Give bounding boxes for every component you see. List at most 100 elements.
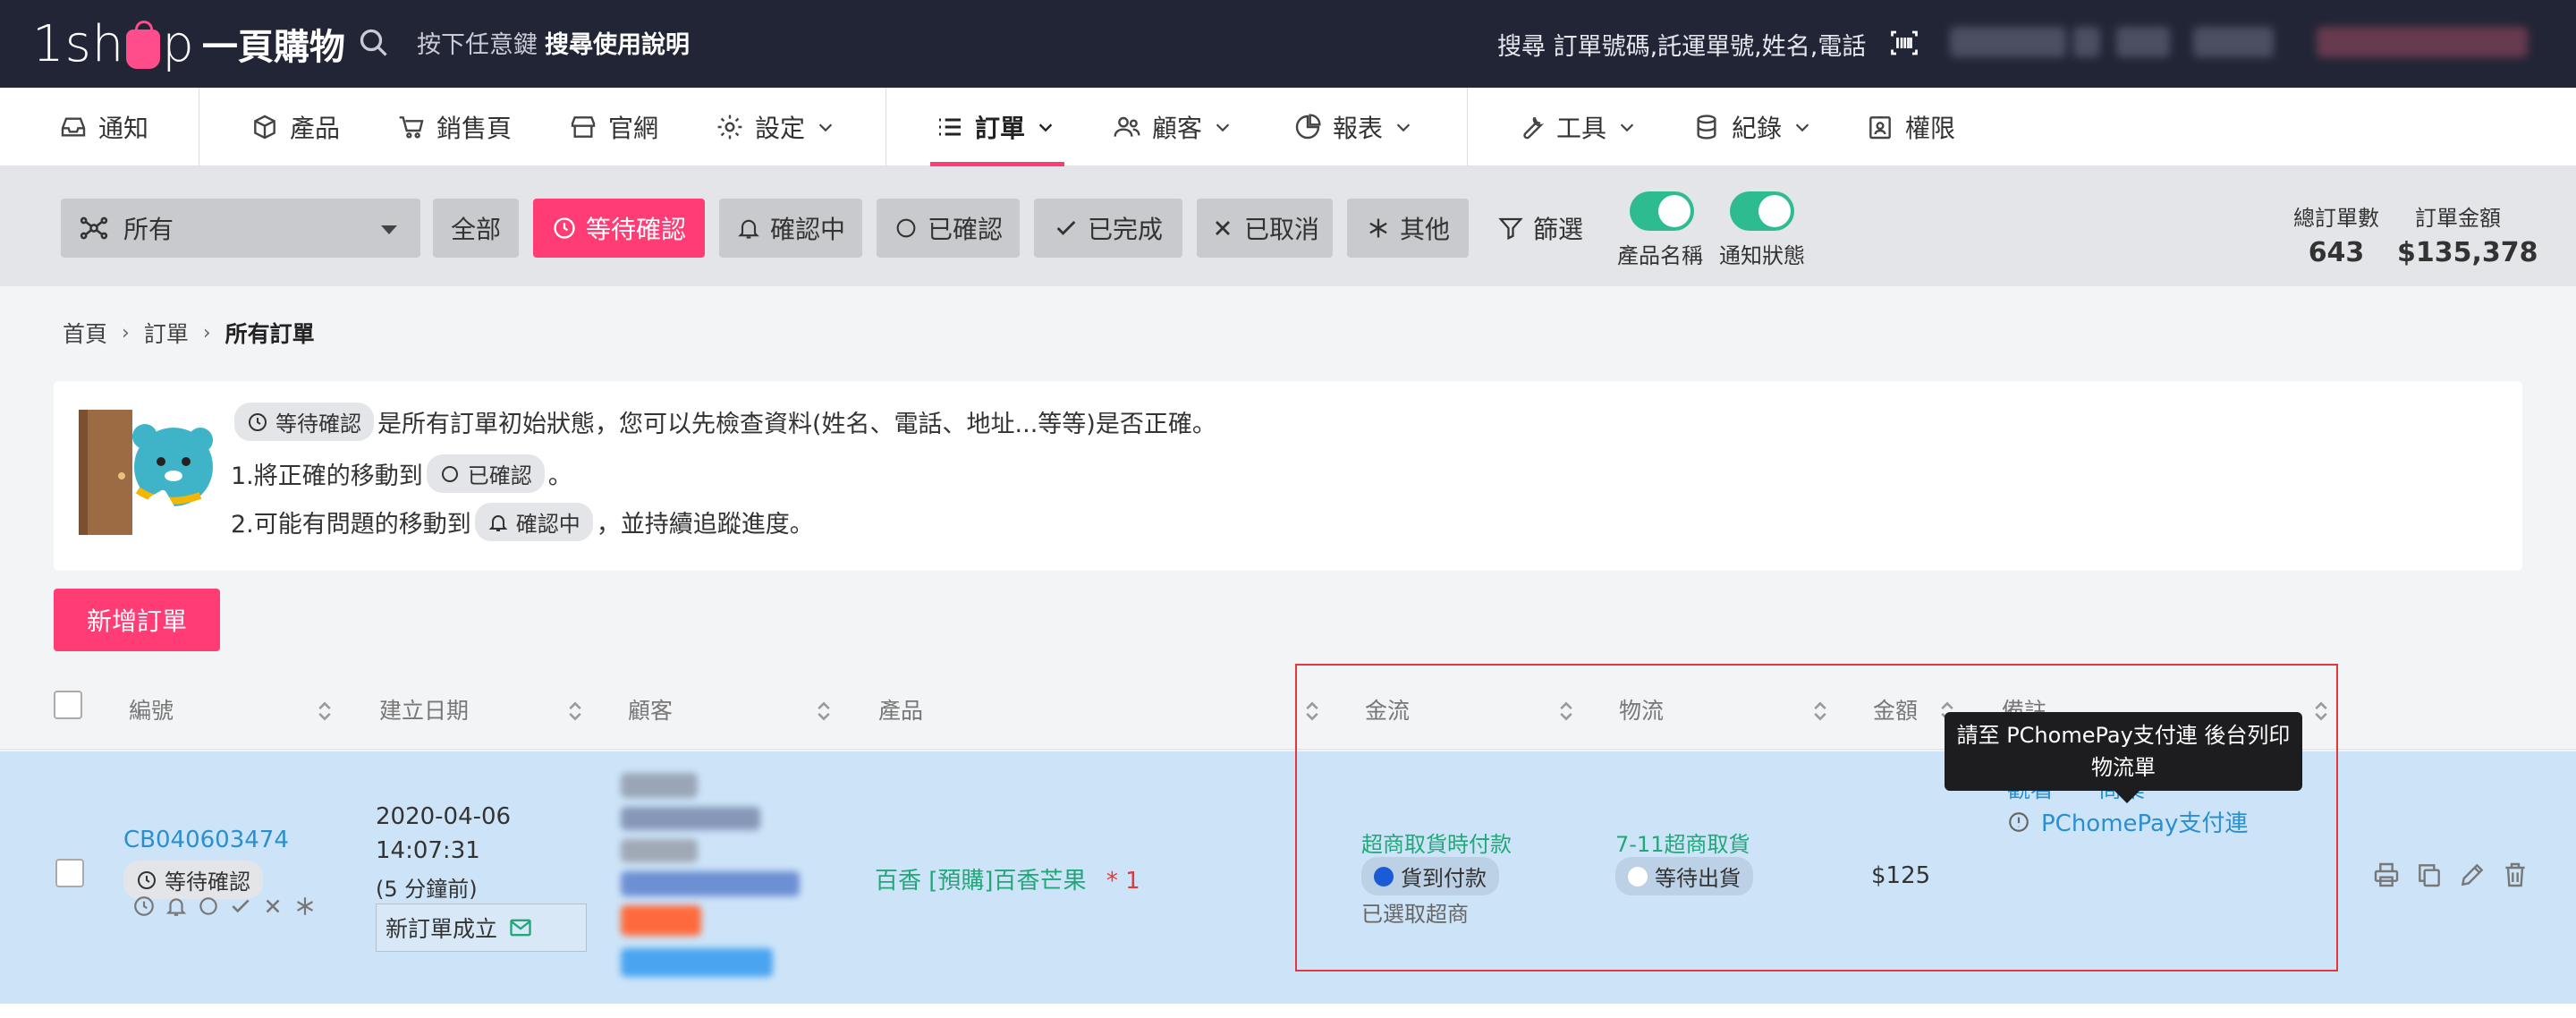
- filter-completed-button[interactable]: 已完成: [1034, 199, 1182, 258]
- nav-settings[interactable]: 設定: [716, 88, 835, 166]
- nav-sales-page[interactable]: 銷售頁: [397, 88, 512, 166]
- clock-icon[interactable]: [132, 895, 156, 918]
- store-icon: [571, 116, 596, 138]
- logo[interactable]: 1sh p 一頁購物: [32, 13, 345, 75]
- search-help-link[interactable]: 搜尋使用說明: [545, 31, 690, 59]
- circle-icon: [441, 465, 458, 482]
- toggle-product-name[interactable]: [1630, 191, 1694, 231]
- order-id-link[interactable]: CB040603474: [123, 827, 289, 853]
- x-icon[interactable]: [261, 895, 284, 918]
- cube-icon: [254, 115, 275, 140]
- order-status-badge: 等待確認: [123, 861, 263, 899]
- logo-text-end: p: [162, 14, 195, 73]
- blurred-customer-id: [621, 839, 698, 862]
- nav-tools[interactable]: 工具: [1517, 88, 1637, 166]
- nav-website[interactable]: 官網: [569, 88, 658, 166]
- blurred-customer-tag-2: [621, 948, 773, 977]
- status-action-icons: [132, 895, 317, 918]
- toggle-notify-status[interactable]: [1730, 191, 1794, 231]
- filter-confirmed-button[interactable]: 已確認: [877, 199, 1020, 258]
- chevron-down-icon: [1038, 123, 1053, 132]
- bell-icon: [738, 219, 759, 239]
- nav-divider: [1467, 88, 1468, 166]
- col-header-customer[interactable]: 顧客: [628, 669, 673, 750]
- col-header-product[interactable]: 產品: [878, 669, 923, 750]
- breadcrumb-orders[interactable]: 訂單: [144, 317, 189, 349]
- database-icon: [1697, 115, 1716, 140]
- product-item[interactable]: 百香 [預購]百香芒果 * 1: [875, 862, 1140, 895]
- col-header-created[interactable]: 建立日期: [379, 669, 469, 750]
- chevron-right-icon: ›: [122, 321, 130, 344]
- asterisk-icon[interactable]: [293, 895, 317, 918]
- order-type-select[interactable]: 所有: [61, 199, 420, 258]
- funnel-icon: [1498, 217, 1523, 241]
- nav-orders[interactable]: 訂單: [936, 88, 1055, 166]
- blurred-user-icon: [2116, 27, 2170, 57]
- barcode-scan-icon[interactable]: [1887, 27, 1921, 59]
- chevron-down-icon: [1620, 123, 1634, 132]
- printer-icon[interactable]: [2372, 861, 2401, 889]
- filter-pending-button[interactable]: 等待確認: [533, 199, 705, 258]
- pencil-icon[interactable]: [2458, 861, 2487, 889]
- filter-other-button[interactable]: 其他: [1347, 199, 1469, 258]
- blurred-customer-tag: [621, 905, 701, 936]
- blurred-customer-email: [621, 807, 760, 830]
- nav-records[interactable]: 紀錄: [1692, 88, 1812, 166]
- breadcrumb-home[interactable]: 首頁: [63, 317, 107, 349]
- wrench-icon: [1523, 116, 1545, 140]
- filter-bar: 所有 全部 等待確認 確認中 已確認 已完成 已取消 其他 篩選 產品名稱 通知…: [0, 166, 2576, 286]
- blurred-customer-name: [621, 773, 698, 798]
- blurred-dropdown: [2193, 27, 2274, 57]
- check-icon: [1056, 221, 1076, 235]
- toggle-notify-status-label: 通知狀態: [1719, 243, 1805, 268]
- id-badge-icon: [1869, 116, 1891, 140]
- check-icon[interactable]: [229, 895, 252, 918]
- logo-text: 1sh: [32, 14, 125, 73]
- blurred-notification-icon: [2073, 27, 2100, 57]
- bell-icon: [488, 514, 508, 531]
- confirming-pill: 確認中: [474, 503, 593, 541]
- trash-icon[interactable]: [2501, 861, 2529, 889]
- filter-all-button[interactable]: 全部: [433, 199, 519, 258]
- nav-permissions[interactable]: 權限: [1866, 88, 1955, 166]
- nav-products[interactable]: 產品: [250, 88, 340, 166]
- nodes-icon: [80, 216, 108, 240]
- sort-icon[interactable]: [317, 700, 333, 723]
- nav-reports[interactable]: 報表: [1293, 88, 1413, 166]
- filter-confirming-button[interactable]: 確認中: [719, 199, 862, 258]
- table-next-row: [0, 1004, 2576, 1018]
- shopping-bag-icon: [126, 21, 161, 69]
- row-checkbox[interactable]: [55, 859, 84, 887]
- x-icon: [1215, 221, 1230, 235]
- total-orders-stat: 總訂單數 643: [2293, 206, 2379, 268]
- main-nav: 通知 產品 銷售頁 官網 設定 訂單 顧客 報表 工具 紀錄 權限: [0, 88, 2576, 166]
- circle-icon[interactable]: [197, 895, 220, 918]
- circle-icon: [896, 218, 916, 238]
- sort-icon[interactable]: [567, 700, 583, 723]
- chevron-right-icon: ›: [202, 321, 211, 344]
- bell-icon[interactable]: [165, 895, 188, 918]
- nav-notify[interactable]: 通知: [59, 88, 148, 166]
- confirmed-pill: 已確認: [426, 454, 545, 493]
- nav-customers[interactable]: 顧客: [1113, 88, 1233, 166]
- chevron-down-icon: [1396, 123, 1411, 132]
- order-time: 14:07:31: [376, 837, 480, 864]
- chevron-down-icon: [1795, 123, 1809, 132]
- copy-icon[interactable]: [2415, 861, 2444, 889]
- chevron-down-icon: [818, 123, 833, 132]
- info-line-1: 等待確認 是所有訂單初始狀態，您可以先檢查資料(姓名、電話、地址...等等)是否…: [231, 403, 1216, 441]
- sort-icon[interactable]: [816, 700, 832, 723]
- search-icon[interactable]: [358, 27, 390, 59]
- filter-button[interactable]: 篩選: [1497, 199, 1583, 258]
- select-all-checkbox[interactable]: [54, 691, 82, 719]
- breadcrumb: 首頁 › 訂單 › 所有訂單: [63, 317, 315, 349]
- top-bar: 1sh p 一頁購物 按下任意鍵 搜尋使用說明 搜尋 訂單號碼,託運單號,姓名,電…: [0, 0, 2576, 88]
- col-header-id[interactable]: 編號: [129, 669, 174, 750]
- logo-cn-text: 一頁購物: [201, 27, 345, 68]
- order-note-box[interactable]: 新訂單成立: [376, 903, 587, 952]
- status-info-panel: 等待確認 是所有訂單初始狀態，您可以先檢查資料(姓名、電話、地址...等等)是否…: [54, 381, 2522, 571]
- global-search-input[interactable]: 搜尋 訂單號碼,託運單號,姓名,電話: [1497, 27, 1866, 62]
- new-order-button[interactable]: 新增訂單: [54, 589, 220, 651]
- envelope-icon: [510, 919, 531, 937]
- filter-cancelled-button[interactable]: 已取消: [1197, 199, 1333, 258]
